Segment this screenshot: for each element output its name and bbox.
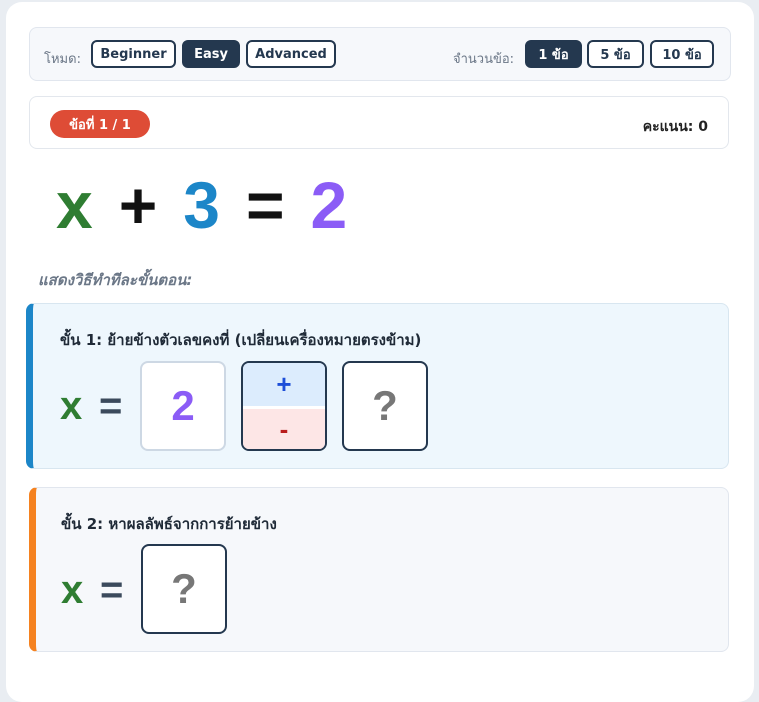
settings-toolbar: โหมด: Beginner Easy Advanced จำนวนข้อ: 1… [29,27,731,81]
equation-result: 2 [310,168,348,242]
step-1-equals: = [99,384,123,428]
step-1-value: 2 [171,382,195,429]
main-equation: x + 3 = 2 [56,168,348,242]
count-1-button[interactable]: 1 ข้อ [525,40,582,68]
step-1-title: ขั้น 1: ย้ายข้างตัวเลขคงที่ (เปลี่ยนเครื… [60,331,422,349]
status-bar: ข้อที่ 1 / 1 คะแนน: 0 [29,96,729,149]
step-1-panel: ขั้น 1: ย้ายข้างตัวเลขคงที่ (เปลี่ยนเครื… [26,303,729,469]
mode-easy-button[interactable]: Easy [182,40,240,68]
sign-minus-button[interactable]: - [243,409,325,449]
step-2-title: ขั้น 2: หาผลลัพธ์จากการย้ายข้าง [61,515,277,533]
equation-equals: = [245,168,285,242]
sign-plus-button[interactable]: + [243,363,325,406]
question-counter-badge: ข้อที่ 1 / 1 [50,110,150,138]
sign-toggle: + - [241,361,327,451]
count-label: จำนวนข้อ: [453,52,515,67]
equation-constant: 3 [183,168,220,242]
step-1-value-box: 2 [140,361,226,451]
step-1-answer-placeholder: ? [372,382,398,429]
count-5-button[interactable]: 5 ข้อ [587,40,644,68]
score-display: คะแนน: 0 [642,119,708,135]
step-1-answer-box[interactable]: ? [342,361,428,451]
step-2-panel: ขั้น 2: หาผลลัพธ์จากการย้ายข้าง x = ? [29,487,729,652]
mode-beginner-button[interactable]: Beginner [91,40,176,68]
equation-variable: x [56,168,93,242]
step-2-answer-box[interactable]: ? [141,544,227,634]
mode-advanced-button[interactable]: Advanced [246,40,336,68]
step-2-variable: x [61,568,84,612]
equation-plus: + [118,168,158,242]
mode-label: โหมด: [44,52,81,67]
step-1-variable: x [60,384,83,428]
step-2-equals: = [100,568,124,612]
count-10-button[interactable]: 10 ข้อ [650,40,714,68]
step-hint-heading: แสดงวิธีทำทีละขั้นตอน: [38,271,193,289]
quiz-card: โหมด: Beginner Easy Advanced จำนวนข้อ: 1… [6,2,754,702]
step-2-answer-placeholder: ? [171,565,197,612]
